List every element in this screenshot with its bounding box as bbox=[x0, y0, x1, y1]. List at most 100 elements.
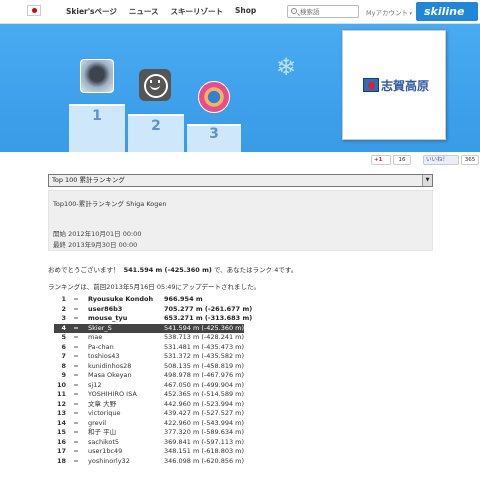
name-cell[interactable]: Masa Okeyan bbox=[88, 371, 132, 381]
ranking-start-date: 開始 2012年10月01日 00:00 bbox=[53, 230, 142, 238]
table-row[interactable]: 18 = yoshinorly32 346.098 m (-620.856 m) bbox=[54, 457, 244, 467]
rank-cell: 12 bbox=[56, 399, 66, 408]
name-cell[interactable]: mouse_tyu bbox=[88, 314, 127, 324]
name-cell[interactable]: YOSHIHIRO ISA bbox=[88, 390, 137, 400]
skiline-logo[interactable]: skiline bbox=[416, 2, 478, 21]
change-cell: = bbox=[73, 361, 79, 370]
change-cell: = bbox=[73, 437, 79, 446]
table-row[interactable]: 13 = victorique 439.427 m (-527.527 m) bbox=[54, 409, 244, 419]
rank-cell: 15 bbox=[56, 428, 66, 436]
table-row[interactable]: 3 = mouse_tyu 653.271 m (-313.683 m) bbox=[54, 314, 252, 324]
table-row[interactable]: 7 = toshios43 531.372 m (-435.582 m) bbox=[54, 352, 244, 362]
name-cell[interactable]: 和子 平山 bbox=[88, 428, 116, 438]
distance-cell: 422.960 m (-543.994 m) bbox=[164, 418, 245, 427]
change-cell: = bbox=[73, 371, 79, 379]
table-row[interactable]: 6 = Pa-chan 531.481 m (-435.473 m) bbox=[54, 343, 244, 353]
table-row[interactable]: 9 = Masa Okeyan 498.978 m (-467.976 m) bbox=[54, 371, 244, 381]
table-row[interactable]: 15 = 和子 平山 377.320 m (-589.634 m) bbox=[54, 428, 244, 438]
japan-flag-icon[interactable] bbox=[27, 5, 41, 16]
chevron-down-icon[interactable]: ▼ bbox=[422, 175, 432, 186]
distance-cell: 705.277 m (-261.677 m) bbox=[164, 304, 253, 313]
distance-cell: 377.320 m (-589.634 m) bbox=[164, 428, 245, 436]
congrats-suffix: で、あなたはランク 4です。 bbox=[213, 266, 298, 274]
facebook-like-button[interactable]: いいね！ bbox=[423, 155, 459, 165]
name-cell[interactable]: mae bbox=[88, 333, 102, 343]
rank-cell: 4 bbox=[61, 323, 66, 332]
rank-cell: 9 bbox=[61, 371, 66, 379]
table-row[interactable]: 17 = user1bc49 348.151 m (-618.803 m) bbox=[54, 447, 244, 457]
ranking-table: 1 = Ryousuke Kondoh 966.954 m 2 = user86b3 705.… bbox=[54, 295, 252, 467]
resort-logo-text: 志賀高原 bbox=[381, 79, 430, 93]
first-place-avatar[interactable] bbox=[80, 59, 114, 93]
rank-cell: 1 bbox=[61, 295, 66, 303]
distance-cell: 346.098 m (-620.856 m) bbox=[164, 456, 245, 465]
name-cell[interactable]: victorique bbox=[88, 409, 120, 419]
main-nav: Skier'sページ ニュース スキーリゾート Shop bbox=[66, 6, 256, 17]
rank-cell: 14 bbox=[56, 418, 66, 427]
table-row[interactable]: 1 = Ryousuke Kondoh 966.954 m bbox=[54, 295, 244, 305]
rank-cell: 13 bbox=[56, 409, 66, 417]
table-row[interactable]: 10 = sj12 467.050 m (-499.904 m) bbox=[54, 381, 244, 391]
my-account-menu[interactable]: Myアカウント bbox=[366, 7, 412, 17]
change-cell: = bbox=[73, 428, 79, 436]
name-cell[interactable]: grevil bbox=[88, 419, 106, 429]
change-cell: = bbox=[73, 399, 79, 408]
rank-cell: 6 bbox=[61, 342, 66, 351]
change-cell: = bbox=[73, 304, 79, 313]
ranking-select-value: Top 100 累計ランキング bbox=[52, 176, 125, 184]
podium-first-place: 1 bbox=[69, 104, 125, 152]
name-cell[interactable]: yoshinorly32 bbox=[88, 457, 130, 467]
distance-cell: 508.135 m (-458.819 m) bbox=[164, 361, 245, 370]
name-cell[interactable]: sachikot5 bbox=[88, 438, 119, 448]
rank-cell: 17 bbox=[56, 447, 66, 455]
name-cell[interactable]: kunidinhos28 bbox=[88, 362, 131, 372]
distance-cell: 442.960 m (-523.994 m) bbox=[164, 399, 245, 408]
rank-cell: 11 bbox=[56, 390, 66, 398]
table-row[interactable]: 4 = Skier_S 541.594 m (-425.360 m) bbox=[54, 323, 245, 334]
google-plus-button[interactable]: +1 bbox=[371, 155, 391, 165]
name-cell[interactable]: sj12 bbox=[88, 381, 101, 391]
smiley-mouth bbox=[150, 85, 160, 90]
rank-cell: 10 bbox=[56, 380, 66, 389]
nav-skiers-page[interactable]: Skier'sページ bbox=[66, 6, 117, 17]
name-cell[interactable]: user86b3 bbox=[88, 305, 122, 315]
rank-cell: 18 bbox=[56, 456, 66, 465]
distance-cell: 467.050 m (-499.904 m) bbox=[164, 380, 245, 389]
distance-cell: 531.481 m (-435.473 m) bbox=[164, 342, 245, 351]
nav-shop[interactable]: Shop bbox=[235, 6, 256, 17]
name-cell[interactable]: user1bc49 bbox=[88, 447, 122, 457]
facebook-like-count: 365 bbox=[461, 155, 479, 165]
distance-cell: 538.713 m (-428.241 m) bbox=[164, 333, 245, 341]
name-cell[interactable]: 文章 大野 bbox=[88, 400, 116, 410]
table-row[interactable]: 14 = grevil 422.960 m (-543.994 m) bbox=[54, 419, 244, 429]
distance-cell: 498.978 m (-467.976 m) bbox=[164, 371, 245, 379]
name-cell[interactable]: toshios43 bbox=[88, 352, 119, 362]
podium-second-place: 2 bbox=[128, 114, 184, 152]
second-place-avatar[interactable] bbox=[139, 69, 171, 101]
table-row[interactable]: 2 = user86b3 705.277 m (-261.677 m) bbox=[54, 304, 252, 315]
change-cell: = bbox=[73, 342, 79, 351]
table-row[interactable]: 16 = sachikot5 369.841 m (-597.113 m) bbox=[54, 438, 244, 448]
table-row[interactable]: 5 = mae 538.713 m (-428.241 m) bbox=[54, 333, 244, 343]
podium-number: 2 bbox=[151, 118, 161, 134]
table-row[interactable]: 12 = 文章 大野 442.960 m (-523.994 m) bbox=[54, 400, 244, 410]
search-input[interactable] bbox=[300, 7, 356, 17]
nav-ski-resort[interactable]: スキーリゾート bbox=[170, 6, 223, 17]
ranking-end-date: 最終 2013年9月30日 00:00 bbox=[53, 241, 138, 249]
table-row[interactable]: 11 = YOSHIHIRO ISA 452.365 m (-514.589 m) bbox=[54, 390, 244, 400]
third-place-avatar[interactable] bbox=[198, 81, 230, 113]
change-cell: = bbox=[73, 323, 79, 332]
nav-news[interactable]: ニュース bbox=[129, 6, 159, 17]
distance-cell: 369.841 m (-597.113 m) bbox=[164, 437, 245, 446]
distance-cell: 531.372 m (-435.582 m) bbox=[164, 352, 245, 360]
ranking-select[interactable]: Top 100 累計ランキング ▼ bbox=[48, 174, 433, 187]
podium-third-place: 3 bbox=[187, 124, 241, 152]
name-cell[interactable]: Ryousuke Kondoh bbox=[88, 295, 153, 305]
distance-cell: 541.594 m (-425.360 m) bbox=[164, 323, 245, 332]
change-cell: = bbox=[73, 447, 79, 455]
table-row[interactable]: 8 = kunidinhos28 508.135 m (-458.819 m) bbox=[54, 362, 244, 372]
snowflake-icon: ❄ bbox=[276, 53, 297, 81]
name-cell[interactable]: Skier_S bbox=[88, 324, 112, 334]
name-cell[interactable]: Pa-chan bbox=[88, 343, 114, 353]
resort-logo-card[interactable]: 志賀高原 bbox=[342, 30, 446, 140]
